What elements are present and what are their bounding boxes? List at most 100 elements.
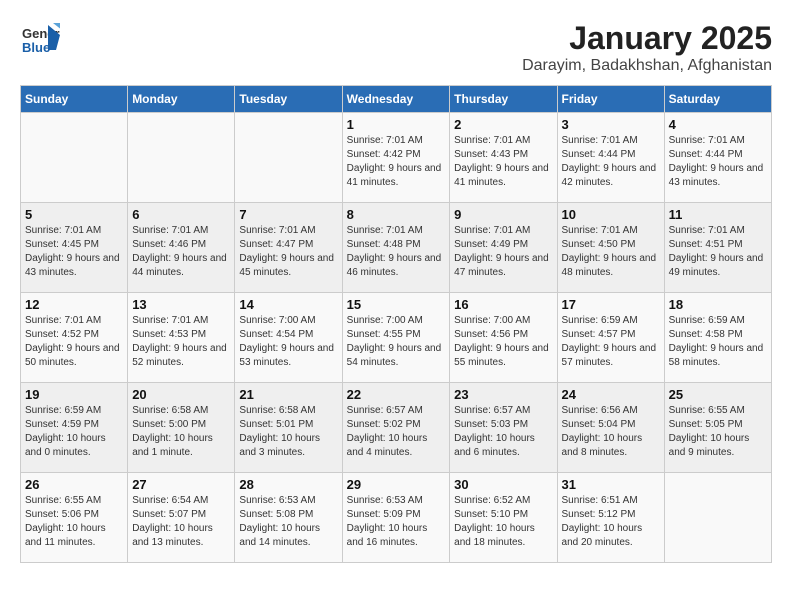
calendar-cell: 16 Sunrise: 7:00 AM Sunset: 4:56 PM Dayli… [450, 293, 557, 383]
calendar-cell: 18 Sunrise: 6:59 AM Sunset: 4:58 PM Dayli… [664, 293, 771, 383]
day-number: 17 [562, 297, 660, 312]
calendar-header-row: SundayMondayTuesdayWednesdayThursdayFrid… [21, 86, 772, 113]
calendar-cell: 20 Sunrise: 6:58 AM Sunset: 5:00 PM Dayli… [128, 383, 235, 473]
calendar-cell: 23 Sunrise: 6:57 AM Sunset: 5:03 PM Dayli… [450, 383, 557, 473]
day-info: Sunrise: 7:01 AM Sunset: 4:53 PM Dayligh… [132, 314, 230, 370]
day-info: Sunrise: 6:53 AM Sunset: 5:09 PM Dayligh… [347, 494, 446, 550]
calendar-cell: 17Sunrise: 6:59 AM Sunset: 4:57 PM Dayli… [557, 293, 664, 383]
calendar-week-row: 19 Sunrise: 6:59 AM Sunset: 4:59 PM Dayli… [21, 383, 772, 473]
calendar-cell: 3Sunrise: 7:01 AM Sunset: 4:44 PM Daylig… [557, 113, 664, 203]
day-info: Sunrise: 6:57 AM Sunset: 5:03 PM Dayligh… [454, 404, 552, 460]
calendar-cell: 21Sunrise: 6:58 AM Sunset: 5:01 PM Dayli… [235, 383, 342, 473]
day-info: Sunrise: 7:00 AM Sunset: 4:55 PM Dayligh… [347, 314, 446, 370]
day-info: Sunrise: 7:00 AM Sunset: 4:56 PM Dayligh… [454, 314, 552, 370]
day-number: 12 [25, 297, 123, 312]
day-info: Sunrise: 7:01 AM Sunset: 4:51 PM Dayligh… [669, 224, 767, 280]
weekday-header: Monday [128, 86, 235, 113]
day-number: 25 [669, 387, 767, 402]
calendar-cell: 19 Sunrise: 6:59 AM Sunset: 4:59 PM Dayli… [21, 383, 128, 473]
day-number: 26 [25, 477, 123, 492]
day-info: Sunrise: 6:53 AM Sunset: 5:08 PM Dayligh… [239, 494, 337, 550]
day-info: Sunrise: 7:01 AM Sunset: 4:47 PM Dayligh… [239, 224, 337, 280]
calendar-cell: 26 Sunrise: 6:55 AM Sunset: 5:06 PM Dayli… [21, 473, 128, 563]
day-number: 21 [239, 387, 337, 402]
calendar-cell: 13 Sunrise: 7:01 AM Sunset: 4:53 PM Dayli… [128, 293, 235, 383]
weekday-header: Friday [557, 86, 664, 113]
weekday-header: Saturday [664, 86, 771, 113]
title-area: January 2025 Darayim, Badakhshan, Afghan… [522, 20, 772, 75]
calendar-cell: 4 Sunrise: 7:01 AM Sunset: 4:44 PM Daylig… [664, 113, 771, 203]
day-info: Sunrise: 6:55 AM Sunset: 5:06 PM Dayligh… [25, 494, 123, 550]
day-info: Sunrise: 7:01 AM Sunset: 4:44 PM Dayligh… [669, 134, 767, 190]
day-number: 27 [132, 477, 230, 492]
day-number: 1 [347, 117, 446, 132]
day-number: 5 [25, 207, 123, 222]
day-number: 18 [669, 297, 767, 312]
weekday-header: Sunday [21, 86, 128, 113]
day-info: Sunrise: 6:55 AM Sunset: 5:05 PM Dayligh… [669, 404, 767, 460]
day-info: Sunrise: 7:01 AM Sunset: 4:42 PM Dayligh… [347, 134, 446, 190]
day-info: Sunrise: 7:01 AM Sunset: 4:49 PM Dayligh… [454, 224, 552, 280]
day-number: 20 [132, 387, 230, 402]
day-number: 8 [347, 207, 446, 222]
day-number: 4 [669, 117, 767, 132]
calendar-cell [21, 113, 128, 203]
calendar-cell: 10 Sunrise: 7:01 AM Sunset: 4:50 PM Dayli… [557, 203, 664, 293]
day-number: 29 [347, 477, 446, 492]
day-number: 19 [25, 387, 123, 402]
calendar-cell: 8 Sunrise: 7:01 AM Sunset: 4:48 PM Daylig… [342, 203, 450, 293]
day-number: 11 [669, 207, 767, 222]
day-info: Sunrise: 7:01 AM Sunset: 4:50 PM Dayligh… [562, 224, 660, 280]
day-info: Sunrise: 6:51 AM Sunset: 5:12 PM Dayligh… [562, 494, 660, 550]
day-number: 7 [239, 207, 337, 222]
day-info: Sunrise: 7:00 AM Sunset: 4:54 PM Dayligh… [239, 314, 337, 370]
calendar-cell: 29 Sunrise: 6:53 AM Sunset: 5:09 PM Dayli… [342, 473, 450, 563]
calendar-cell: 25 Sunrise: 6:55 AM Sunset: 5:05 PM Dayli… [664, 383, 771, 473]
header: General Blue January 2025 Darayim, Badak… [20, 20, 772, 75]
calendar-cell [235, 113, 342, 203]
day-info: Sunrise: 7:01 AM Sunset: 4:44 PM Dayligh… [562, 134, 660, 190]
calendar-cell: 9 Sunrise: 7:01 AM Sunset: 4:49 PM Daylig… [450, 203, 557, 293]
calendar-cell: 14 Sunrise: 7:00 AM Sunset: 4:54 PM Dayli… [235, 293, 342, 383]
day-number: 23 [454, 387, 552, 402]
day-info: Sunrise: 6:52 AM Sunset: 5:10 PM Dayligh… [454, 494, 552, 550]
calendar-cell: 15Sunrise: 7:00 AM Sunset: 4:55 PM Dayli… [342, 293, 450, 383]
day-info: Sunrise: 7:01 AM Sunset: 4:45 PM Dayligh… [25, 224, 123, 280]
weekday-header: Tuesday [235, 86, 342, 113]
day-info: Sunrise: 6:59 AM Sunset: 4:58 PM Dayligh… [669, 314, 767, 370]
calendar-cell: 12Sunrise: 7:01 AM Sunset: 4:52 PM Dayli… [21, 293, 128, 383]
calendar-week-row: 1 Sunrise: 7:01 AM Sunset: 4:42 PM Daylig… [21, 113, 772, 203]
calendar-table: SundayMondayTuesdayWednesdayThursdayFrid… [20, 85, 772, 563]
day-info: Sunrise: 7:01 AM Sunset: 4:48 PM Dayligh… [347, 224, 446, 280]
day-number: 9 [454, 207, 552, 222]
calendar-cell: 28Sunrise: 6:53 AM Sunset: 5:08 PM Dayli… [235, 473, 342, 563]
logo: General Blue [20, 20, 60, 60]
weekday-header: Wednesday [342, 86, 450, 113]
day-info: Sunrise: 6:56 AM Sunset: 5:04 PM Dayligh… [562, 404, 660, 460]
day-info: Sunrise: 7:01 AM Sunset: 4:46 PM Dayligh… [132, 224, 230, 280]
calendar-cell: 5 Sunrise: 7:01 AM Sunset: 4:45 PM Daylig… [21, 203, 128, 293]
calendar-cell: 31 Sunrise: 6:51 AM Sunset: 5:12 PM Dayli… [557, 473, 664, 563]
day-info: Sunrise: 6:58 AM Sunset: 5:00 PM Dayligh… [132, 404, 230, 460]
calendar-cell [664, 473, 771, 563]
day-info: Sunrise: 7:01 AM Sunset: 4:43 PM Dayligh… [454, 134, 552, 190]
day-number: 2 [454, 117, 552, 132]
subtitle: Darayim, Badakhshan, Afghanistan [522, 57, 772, 75]
calendar-cell: 30Sunrise: 6:52 AM Sunset: 5:10 PM Dayli… [450, 473, 557, 563]
calendar-cell: 22Sunrise: 6:57 AM Sunset: 5:02 PM Dayli… [342, 383, 450, 473]
day-number: 14 [239, 297, 337, 312]
day-number: 13 [132, 297, 230, 312]
calendar-cell: 2 Sunrise: 7:01 AM Sunset: 4:43 PM Daylig… [450, 113, 557, 203]
day-info: Sunrise: 6:54 AM Sunset: 5:07 PM Dayligh… [132, 494, 230, 550]
day-number: 22 [347, 387, 446, 402]
weekday-header: Thursday [450, 86, 557, 113]
calendar-week-row: 26 Sunrise: 6:55 AM Sunset: 5:06 PM Dayli… [21, 473, 772, 563]
day-number: 31 [562, 477, 660, 492]
day-info: Sunrise: 6:59 AM Sunset: 4:59 PM Dayligh… [25, 404, 123, 460]
day-number: 6 [132, 207, 230, 222]
day-number: 10 [562, 207, 660, 222]
day-number: 16 [454, 297, 552, 312]
main-title: January 2025 [522, 20, 772, 57]
calendar-cell: 27 Sunrise: 6:54 AM Sunset: 5:07 PM Dayli… [128, 473, 235, 563]
calendar-cell: 1 Sunrise: 7:01 AM Sunset: 4:42 PM Daylig… [342, 113, 450, 203]
